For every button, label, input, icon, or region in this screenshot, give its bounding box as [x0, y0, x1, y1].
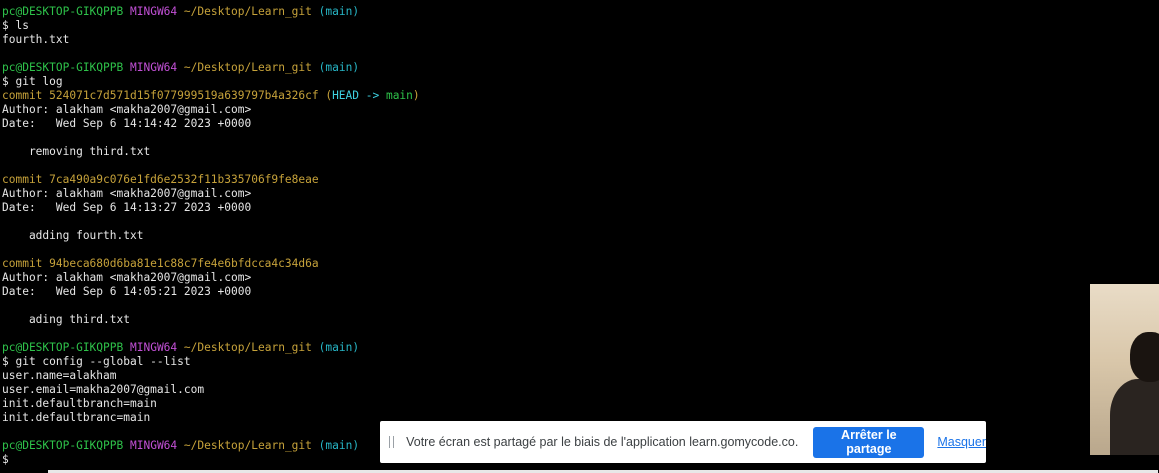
- commit-message: removing third.txt: [2, 145, 151, 158]
- output-line: fourth.txt: [2, 33, 70, 46]
- prompt-path: ~/Desktop/Learn_git: [183, 341, 312, 354]
- commit-hash: commit 7ca490a9c076e1fd6e2532f11b335706f…: [2, 173, 319, 186]
- prompt-line: pc@DESKTOP-GIKQPPB MINGW64 ~/Desktop/Lea…: [2, 5, 1159, 19]
- prompt-line: pc@DESKTOP-GIKQPPB MINGW64 ~/Desktop/Lea…: [2, 341, 1159, 355]
- output-line: user.email=makha2007@gmail.com: [2, 383, 205, 396]
- output-line: init.defaultbranch=main: [2, 397, 157, 410]
- command-line: $ ls: [2, 19, 29, 32]
- prompt-line: pc@DESKTOP-GIKQPPB MINGW64 ~/Desktop/Lea…: [2, 61, 1159, 75]
- commit-author: Author: alakham <makha2007@gmail.com>: [2, 271, 252, 284]
- prompt-user: pc@DESKTOP-GIKQPPB: [2, 341, 124, 354]
- refs-head: HEAD ->: [332, 89, 386, 102]
- prompt-branch: (main): [318, 61, 360, 74]
- refs-open: (: [318, 89, 333, 102]
- commit-hash: commit 94beca680d6ba81e1c88c7fe4e6bfdcca…: [2, 257, 319, 270]
- prompt-branch: (main): [318, 439, 360, 452]
- output-line: user.name=alakham: [2, 369, 117, 382]
- prompt-branch: (main): [318, 341, 360, 354]
- prompt-path: ~/Desktop/Learn_git: [183, 61, 312, 74]
- commit-author: Author: alakham <makha2007@gmail.com>: [2, 103, 252, 116]
- commit-message: ading third.txt: [2, 313, 130, 326]
- stop-sharing-button[interactable]: Arrêter le partage: [813, 426, 925, 458]
- prompt-user: pc@DESKTOP-GIKQPPB: [2, 61, 124, 74]
- prompt-env: MINGW64: [130, 341, 178, 354]
- refs-branch: main: [385, 89, 413, 102]
- command-line: $ git log: [2, 75, 63, 88]
- prompt-branch: (main): [318, 5, 360, 18]
- prompt-path: ~/Desktop/Learn_git: [183, 439, 312, 452]
- commit-hash: commit 524071c7d571d15f077999519a639797b…: [2, 89, 319, 102]
- drag-handle-icon[interactable]: [389, 436, 395, 448]
- commit-message: adding fourth.txt: [2, 229, 144, 242]
- prompt-env: MINGW64: [130, 5, 178, 18]
- prompt-path: ~/Desktop/Learn_git: [183, 5, 312, 18]
- webcam-person-body: [1110, 379, 1159, 455]
- hide-link[interactable]: Masquer: [937, 435, 986, 449]
- commit-date: Date: Wed Sep 6 14:05:21 2023 +0000: [2, 285, 252, 298]
- prompt-user: pc@DESKTOP-GIKQPPB: [2, 5, 124, 18]
- commit-author: Author: alakham <makha2007@gmail.com>: [2, 187, 252, 200]
- commit-hash-line: commit 524071c7d571d15f077999519a639797b…: [2, 89, 1159, 103]
- share-message: Votre écran est partagé par le biais de …: [406, 435, 799, 449]
- prompt-env: MINGW64: [130, 61, 178, 74]
- terminal-window[interactable]: pc@DESKTOP-GIKQPPB MINGW64 ~/Desktop/Lea…: [0, 0, 1159, 473]
- prompt-env: MINGW64: [130, 439, 178, 452]
- commit-date: Date: Wed Sep 6 14:14:42 2023 +0000: [2, 117, 252, 130]
- webcam-person-head: [1130, 332, 1159, 382]
- screen-share-notification: Votre écran est partagé par le biais de …: [380, 421, 986, 463]
- command-line: $ git config --global --list: [2, 355, 191, 368]
- webcam-preview: [1090, 284, 1159, 455]
- commit-date: Date: Wed Sep 6 14:13:27 2023 +0000: [2, 201, 252, 214]
- refs-close: ): [412, 89, 420, 102]
- prompt-user: pc@DESKTOP-GIKQPPB: [2, 439, 124, 452]
